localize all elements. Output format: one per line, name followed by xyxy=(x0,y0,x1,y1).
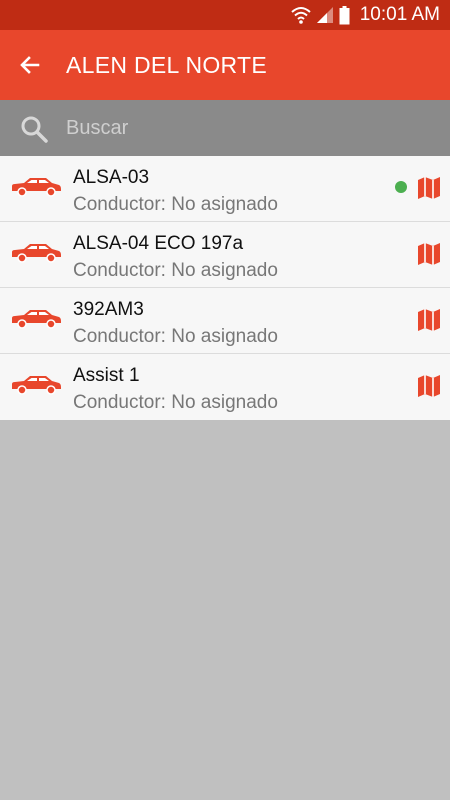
driver-label: Conductor: No asignado xyxy=(73,326,278,347)
vehicle-name: Assist 1 xyxy=(73,365,140,386)
wifi-icon xyxy=(291,7,311,24)
search-input[interactable] xyxy=(66,112,426,144)
search-icon xyxy=(21,116,48,143)
car-icon xyxy=(12,376,61,395)
driver-label: Conductor: No asignado xyxy=(73,194,278,215)
map-icon[interactable] xyxy=(416,374,442,398)
search-bar xyxy=(0,100,450,156)
battery-icon xyxy=(339,5,350,24)
car-icon xyxy=(12,178,61,197)
map-icon[interactable] xyxy=(416,176,442,200)
back-button[interactable] xyxy=(12,47,48,83)
signal-icon xyxy=(316,7,333,23)
arrow-left-icon xyxy=(20,56,40,74)
vehicle-name: ALSA-03 xyxy=(73,167,150,188)
map-icon[interactable] xyxy=(416,242,442,266)
driver-label: Conductor: No asignado xyxy=(73,392,278,413)
status-time: 10:01 AM xyxy=(359,4,440,25)
vehicle-name: 392AM3 xyxy=(73,299,144,320)
list-item[interactable]: Assist 1 Conductor: No asignado xyxy=(0,354,450,420)
vehicle-name: ALSA-04 ECO 197a xyxy=(73,233,244,254)
car-icon xyxy=(12,310,61,329)
map-icon[interactable] xyxy=(416,308,442,332)
status-icons: 10:01 AM xyxy=(291,4,440,26)
status-bar: 10:01 AM xyxy=(0,0,450,30)
page-title: ALEN DEL NORTE xyxy=(66,52,268,78)
list-item[interactable]: ALSA-04 ECO 197a Conductor: No asignado xyxy=(0,222,450,288)
vehicle-list: ALSA-03 Conductor: No asignado ALSA-04 E… xyxy=(0,156,450,420)
list-item[interactable]: 392AM3 Conductor: No asignado xyxy=(0,288,450,354)
online-status-dot xyxy=(395,181,407,193)
list-item[interactable]: ALSA-03 Conductor: No asignado xyxy=(0,156,450,222)
app-bar: ALEN DEL NORTE xyxy=(0,30,450,100)
driver-label: Conductor: No asignado xyxy=(73,260,278,281)
car-icon xyxy=(12,244,61,263)
